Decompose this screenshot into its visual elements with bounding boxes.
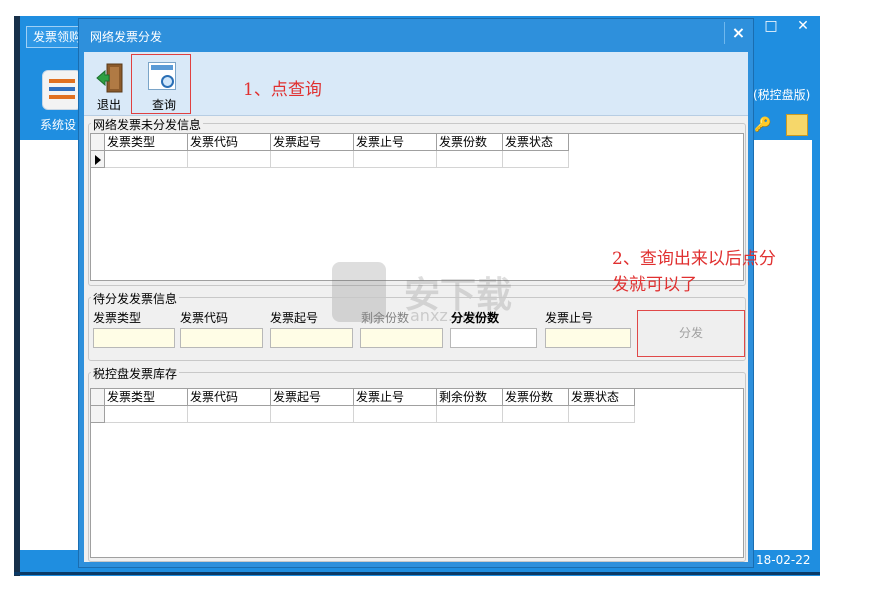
distribute-count-field[interactable]	[450, 328, 537, 348]
stock-group-title: 税控盘发票库存	[91, 365, 180, 382]
dialog-close-button[interactable]: ×	[724, 22, 752, 44]
table-cell[interactable]	[503, 151, 569, 168]
exit-label: 退出	[97, 98, 122, 112]
column-header[interactable]: 发票止号	[354, 389, 437, 406]
annotation-step-2-line-1: 2、查询出来以后点分	[612, 249, 776, 269]
annotation-step-2-line-2: 发就可以了	[612, 275, 697, 295]
table-cell[interactable]	[271, 406, 354, 423]
end-number-label: 发票止号	[545, 311, 594, 325]
table-cell[interactable]	[437, 406, 503, 423]
distribute-button[interactable]: 分发	[637, 310, 745, 357]
background-tab-invoice-purchase[interactable]: 发票领购	[26, 26, 86, 48]
query-search-icon	[148, 62, 176, 90]
remaining-count-field[interactable]	[360, 328, 443, 348]
column-header[interactable]: 发票代码	[188, 134, 271, 151]
undistributed-group-title: 网络发票未分发信息	[91, 116, 204, 133]
column-header[interactable]: 发票起号	[271, 389, 354, 406]
lock-icon[interactable]	[786, 114, 808, 136]
column-header[interactable]: 发票类型	[105, 389, 188, 406]
column-header[interactable]: 发票类型	[105, 134, 188, 151]
maximize-icon[interactable]: □	[760, 17, 782, 35]
background-close-icon[interactable]: ✕	[792, 17, 814, 35]
table-cell[interactable]	[354, 406, 437, 423]
start-number-field[interactable]	[270, 328, 353, 348]
stock-grid[interactable]: 发票类型 发票代码 发票起号 发票止号 剩余份数 发票份数 发票状态	[90, 388, 744, 558]
table-cell[interactable]	[569, 406, 635, 423]
invoice-type-label: 发票类型	[93, 311, 142, 325]
column-header[interactable]: 发票份数	[503, 389, 569, 406]
current-row-arrow-icon	[95, 155, 101, 165]
column-header[interactable]: 发票止号	[354, 134, 437, 151]
key-icon[interactable]: 🔑	[754, 116, 772, 134]
row-selector[interactable]	[91, 406, 105, 423]
status-date: 18-02-22	[756, 553, 811, 567]
table-cell[interactable]	[105, 406, 188, 423]
version-label: (税控盘版)	[753, 88, 811, 102]
query-label: 查询	[152, 98, 177, 112]
distribute-count-label: 分发份数	[451, 311, 500, 325]
table-cell[interactable]	[188, 151, 271, 168]
column-header[interactable]: 发票份数	[437, 134, 503, 151]
end-number-field[interactable]	[545, 328, 631, 348]
table-cell[interactable]	[105, 151, 188, 168]
system-settings-label: 系统设	[40, 118, 77, 132]
system-settings-icon[interactable]	[42, 70, 82, 110]
dialog-title: 网络发票分发	[90, 30, 163, 44]
column-header[interactable]: 发票状态	[503, 134, 569, 151]
start-number-label: 发票起号	[270, 311, 319, 325]
table-cell[interactable]	[188, 406, 271, 423]
column-header[interactable]: 发票状态	[569, 389, 635, 406]
table-cell[interactable]	[354, 151, 437, 168]
pending-group-title: 待分发发票信息	[91, 290, 180, 307]
column-header[interactable]: 剩余份数	[437, 389, 503, 406]
invoice-code-field[interactable]	[180, 328, 263, 348]
column-header[interactable]: 发票起号	[271, 134, 354, 151]
invoice-type-field[interactable]	[93, 328, 175, 348]
remaining-count-label: 剩余份数	[361, 311, 410, 325]
exit-door-icon	[96, 63, 123, 93]
invoice-code-label: 发票代码	[180, 311, 229, 325]
table-cell[interactable]	[271, 151, 354, 168]
background-status-bar	[14, 572, 820, 575]
annotation-step-1: 1、点查询	[243, 80, 322, 100]
grid-corner	[91, 134, 105, 151]
row-selector[interactable]	[91, 151, 105, 168]
table-cell[interactable]	[503, 406, 569, 423]
grid-corner	[91, 389, 105, 406]
table-cell[interactable]	[437, 151, 503, 168]
column-header[interactable]: 发票代码	[188, 389, 271, 406]
